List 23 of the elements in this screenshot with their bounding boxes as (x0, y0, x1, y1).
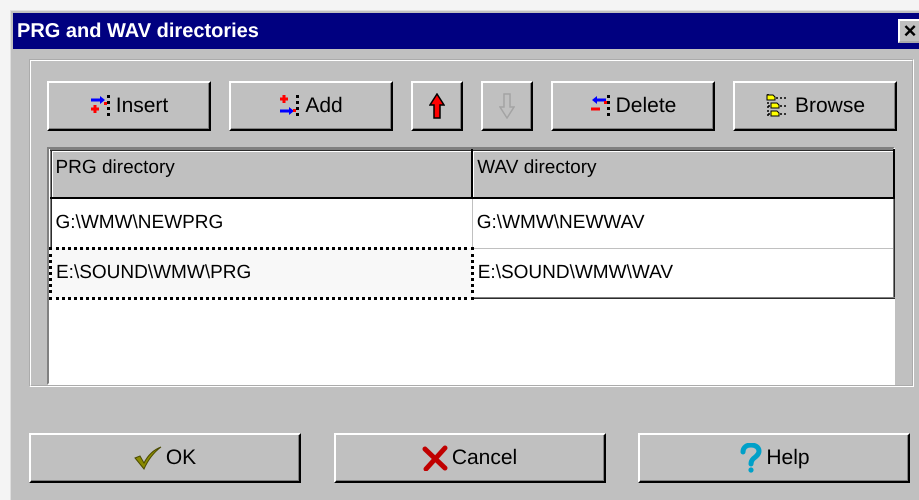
check-icon (134, 446, 162, 470)
close-button[interactable]: × (898, 19, 919, 43)
browse-button[interactable]: Browse (733, 81, 897, 131)
up-arrow-icon (429, 93, 445, 119)
up-button[interactable] (411, 81, 463, 131)
delete-row-icon (590, 94, 612, 118)
column-header[interactable]: PRG directory (50, 150, 472, 198)
add-button[interactable]: Add (229, 81, 393, 131)
table-cell[interactable]: E:\SOUND\WMW\WAV (472, 248, 894, 298)
ok-button[interactable]: OK (29, 433, 301, 483)
table-cell[interactable]: G:\WMW\NEWWAV (472, 198, 894, 248)
cancel-button[interactable]: Cancel (334, 433, 606, 483)
add-row-icon (279, 94, 302, 118)
cross-icon (422, 445, 448, 471)
insert-button[interactable]: Insert (47, 81, 211, 131)
question-mark-icon (738, 443, 762, 473)
table-cell[interactable]: E:\SOUND\WMW\PRG (50, 248, 472, 298)
window-title: PRG and WAV directories (17, 20, 259, 42)
column-header[interactable]: WAV directory (472, 150, 894, 198)
down-arrow-icon (499, 93, 515, 119)
insert-row-icon (90, 94, 112, 118)
help-button[interactable]: Help (638, 433, 910, 483)
delete-button[interactable]: Delete (551, 81, 715, 131)
